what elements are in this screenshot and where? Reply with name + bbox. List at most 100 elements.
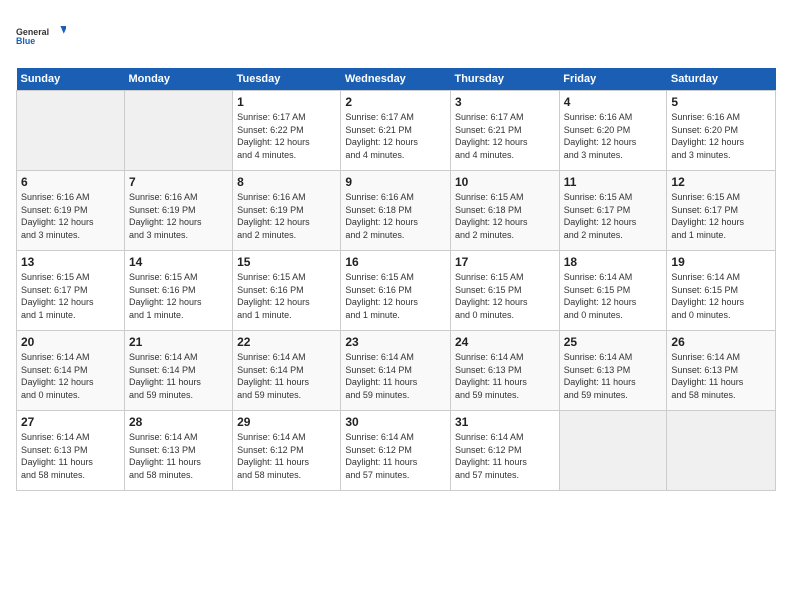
day-info: Sunrise: 6:14 AM Sunset: 6:13 PM Dayligh… [671,351,771,401]
day-info: Sunrise: 6:16 AM Sunset: 6:20 PM Dayligh… [564,111,663,161]
day-number: 24 [455,335,555,349]
day-number: 7 [129,175,228,189]
calendar-cell: 20 Sunrise: 6:14 AM Sunset: 6:14 PM Dayli… [17,331,125,411]
day-number: 8 [237,175,336,189]
day-number: 6 [21,175,120,189]
day-info: Sunrise: 6:14 AM Sunset: 6:12 PM Dayligh… [237,431,336,481]
day-number: 25 [564,335,663,349]
calendar-cell: 25 Sunrise: 6:14 AM Sunset: 6:13 PM Dayli… [559,331,667,411]
day-info: Sunrise: 6:15 AM Sunset: 6:16 PM Dayligh… [345,271,446,321]
calendar-cell: 21 Sunrise: 6:14 AM Sunset: 6:14 PM Dayli… [124,331,232,411]
day-info: Sunrise: 6:16 AM Sunset: 6:20 PM Dayligh… [671,111,771,161]
calendar-cell: 23 Sunrise: 6:14 AM Sunset: 6:14 PM Dayli… [341,331,451,411]
day-info: Sunrise: 6:15 AM Sunset: 6:16 PM Dayligh… [129,271,228,321]
header-wednesday: Wednesday [341,68,451,91]
calendar-cell: 1 Sunrise: 6:17 AM Sunset: 6:22 PM Daylig… [233,91,341,171]
calendar-header-row: SundayMondayTuesdayWednesdayThursdayFrid… [17,68,776,91]
day-number: 28 [129,415,228,429]
day-number: 2 [345,95,446,109]
calendar-cell: 3 Sunrise: 6:17 AM Sunset: 6:21 PM Daylig… [450,91,559,171]
calendar-cell: 17 Sunrise: 6:15 AM Sunset: 6:15 PM Dayli… [450,251,559,331]
calendar-cell: 16 Sunrise: 6:15 AM Sunset: 6:16 PM Dayli… [341,251,451,331]
day-info: Sunrise: 6:15 AM Sunset: 6:17 PM Dayligh… [671,191,771,241]
calendar-cell: 22Sunrise: 6:14 AM Sunset: 6:14 PM Dayli… [233,331,341,411]
day-info: Sunrise: 6:16 AM Sunset: 6:19 PM Dayligh… [129,191,228,241]
day-number: 14 [129,255,228,269]
day-number: 31 [455,415,555,429]
calendar-cell: 29Sunrise: 6:14 AM Sunset: 6:12 PM Dayli… [233,411,341,491]
calendar-cell: 30 Sunrise: 6:14 AM Sunset: 6:12 PM Dayli… [341,411,451,491]
day-number: 27 [21,415,120,429]
header-thursday: Thursday [450,68,559,91]
day-number: 21 [129,335,228,349]
calendar-cell: 14 Sunrise: 6:15 AM Sunset: 6:16 PM Dayli… [124,251,232,331]
calendar-cell: 2 Sunrise: 6:17 AM Sunset: 6:21 PM Daylig… [341,91,451,171]
day-info: Sunrise: 6:14 AM Sunset: 6:13 PM Dayligh… [129,431,228,481]
header-sunday: Sunday [17,68,125,91]
day-number: 16 [345,255,446,269]
day-info: Sunrise: 6:16 AM Sunset: 6:19 PM Dayligh… [21,191,120,241]
calendar-cell: 18 Sunrise: 6:14 AM Sunset: 6:15 PM Dayli… [559,251,667,331]
day-number: 9 [345,175,446,189]
day-number: 23 [345,335,446,349]
week-row-3: 13Sunrise: 6:15 AM Sunset: 6:17 PM Dayli… [17,251,776,331]
day-number: 10 [455,175,555,189]
week-row-2: 6 Sunrise: 6:16 AM Sunset: 6:19 PM Daylig… [17,171,776,251]
calendar-cell: 6 Sunrise: 6:16 AM Sunset: 6:19 PM Daylig… [17,171,125,251]
calendar-cell: 11 Sunrise: 6:15 AM Sunset: 6:17 PM Dayli… [559,171,667,251]
day-info: Sunrise: 6:15 AM Sunset: 6:18 PM Dayligh… [455,191,555,241]
calendar-cell [667,411,776,491]
day-number: 22 [237,335,336,349]
calendar-cell [17,91,125,171]
header-tuesday: Tuesday [233,68,341,91]
day-info: Sunrise: 6:14 AM Sunset: 6:12 PM Dayligh… [345,431,446,481]
day-number: 11 [564,175,663,189]
calendar-cell [559,411,667,491]
day-number: 30 [345,415,446,429]
day-number: 12 [671,175,771,189]
day-info: Sunrise: 6:14 AM Sunset: 6:15 PM Dayligh… [671,271,771,321]
day-number: 26 [671,335,771,349]
logo: General Blue [16,16,66,56]
day-number: 20 [21,335,120,349]
day-info: Sunrise: 6:16 AM Sunset: 6:18 PM Dayligh… [345,191,446,241]
day-info: Sunrise: 6:15 AM Sunset: 6:17 PM Dayligh… [564,191,663,241]
week-row-4: 20 Sunrise: 6:14 AM Sunset: 6:14 PM Dayli… [17,331,776,411]
day-info: Sunrise: 6:17 AM Sunset: 6:22 PM Dayligh… [237,111,336,161]
day-info: Sunrise: 6:14 AM Sunset: 6:13 PM Dayligh… [455,351,555,401]
calendar-cell: 26 Sunrise: 6:14 AM Sunset: 6:13 PM Dayli… [667,331,776,411]
day-info: Sunrise: 6:17 AM Sunset: 6:21 PM Dayligh… [345,111,446,161]
day-info: Sunrise: 6:14 AM Sunset: 6:14 PM Dayligh… [21,351,120,401]
header-monday: Monday [124,68,232,91]
calendar-cell: 9 Sunrise: 6:16 AM Sunset: 6:18 PM Daylig… [341,171,451,251]
day-number: 1 [237,95,336,109]
week-row-5: 27 Sunrise: 6:14 AM Sunset: 6:13 PM Dayli… [17,411,776,491]
calendar-table: SundayMondayTuesdayWednesdayThursdayFrid… [16,68,776,491]
calendar-cell: 24 Sunrise: 6:14 AM Sunset: 6:13 PM Dayli… [450,331,559,411]
calendar-cell: 4 Sunrise: 6:16 AM Sunset: 6:20 PM Daylig… [559,91,667,171]
day-info: Sunrise: 6:15 AM Sunset: 6:15 PM Dayligh… [455,271,555,321]
day-number: 17 [455,255,555,269]
day-number: 4 [564,95,663,109]
day-info: Sunrise: 6:14 AM Sunset: 6:14 PM Dayligh… [345,351,446,401]
day-number: 15 [237,255,336,269]
calendar-cell: 5 Sunrise: 6:16 AM Sunset: 6:20 PM Daylig… [667,91,776,171]
svg-text:Blue: Blue [16,36,35,46]
header-friday: Friday [559,68,667,91]
day-number: 13 [21,255,120,269]
logo-svg: General Blue [16,16,66,56]
calendar-cell: 12 Sunrise: 6:15 AM Sunset: 6:17 PM Dayli… [667,171,776,251]
calendar-cell: 7 Sunrise: 6:16 AM Sunset: 6:19 PM Daylig… [124,171,232,251]
day-info: Sunrise: 6:14 AM Sunset: 6:15 PM Dayligh… [564,271,663,321]
calendar-cell: 8Sunrise: 6:16 AM Sunset: 6:19 PM Daylig… [233,171,341,251]
calendar-cell: 19Sunrise: 6:14 AM Sunset: 6:15 PM Dayli… [667,251,776,331]
day-info: Sunrise: 6:17 AM Sunset: 6:21 PM Dayligh… [455,111,555,161]
week-row-1: 1 Sunrise: 6:17 AM Sunset: 6:22 PM Daylig… [17,91,776,171]
day-number: 5 [671,95,771,109]
calendar-cell: 15Sunrise: 6:15 AM Sunset: 6:16 PM Dayli… [233,251,341,331]
day-info: Sunrise: 6:14 AM Sunset: 6:14 PM Dayligh… [129,351,228,401]
day-info: Sunrise: 6:14 AM Sunset: 6:13 PM Dayligh… [564,351,663,401]
day-info: Sunrise: 6:14 AM Sunset: 6:13 PM Dayligh… [21,431,120,481]
day-number: 3 [455,95,555,109]
day-number: 18 [564,255,663,269]
